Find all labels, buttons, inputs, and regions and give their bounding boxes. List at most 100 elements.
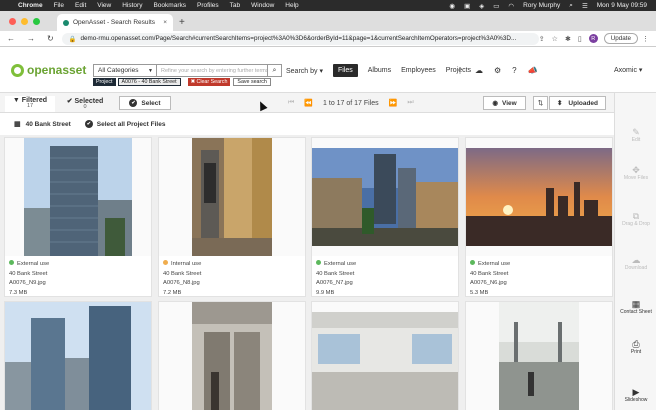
tab-filtered[interactable]: ▼ Filtered 17: [5, 96, 55, 112]
dropbox-icon[interactable]: ◈: [479, 2, 484, 10]
forward-icon[interactable]: →: [27, 34, 35, 43]
menu-edit[interactable]: Edit: [75, 2, 86, 9]
menubar-user[interactable]: Rory Murphy: [523, 2, 560, 9]
save-search-button[interactable]: Save search: [233, 78, 271, 86]
zoom-window-icon[interactable]: [33, 17, 40, 25]
sort-field-select[interactable]: ⬍ Uploaded: [549, 96, 606, 110]
chip-value[interactable]: A0076 - 40 Bank Street: [117, 78, 181, 86]
drag-drop-action[interactable]: ⧉ Drag & Drop: [615, 212, 656, 228]
view-label: View: [501, 99, 517, 107]
file-card[interactable]: External use 40 Bank Street A0076_N6.jpg…: [465, 137, 613, 297]
file-thumbnail[interactable]: [312, 138, 458, 256]
profile-avatar[interactable]: R: [588, 34, 598, 43]
file-card[interactable]: External use 40 Bank Street A0076_N7.jpg…: [311, 137, 459, 297]
browser-tab[interactable]: OpenAsset - Search Results ×: [57, 14, 173, 31]
project-name[interactable]: ▦ 40 Bank Street: [14, 120, 71, 129]
file-card[interactable]: External use 40 Bank Street A0076_N9.jpg…: [4, 137, 152, 297]
edit-action[interactable]: ✎ Edit: [615, 128, 656, 144]
file-card[interactable]: [4, 301, 152, 410]
file-card[interactable]: [158, 301, 306, 410]
app-header: openasset All Categories ▼ Refine your s…: [0, 47, 656, 93]
print-action[interactable]: ⎙ Print: [615, 340, 656, 356]
close-tab-icon[interactable]: ×: [163, 19, 167, 26]
next-page-icon[interactable]: ⏩: [389, 99, 398, 107]
prev-page-icon[interactable]: ⏪: [304, 99, 313, 107]
file-card[interactable]: Internal use 40 Bank Street A0076_N8.jpg…: [158, 137, 306, 297]
more-vertical-icon[interactable]: ⋮: [456, 66, 464, 75]
contact-sheet-action[interactable]: ▦ Contact Sheet: [615, 300, 656, 316]
file-thumbnail[interactable]: [5, 302, 151, 410]
nav-files[interactable]: Files: [332, 64, 358, 77]
file-card[interactable]: [465, 301, 613, 410]
openasset-logo[interactable]: openasset: [11, 63, 86, 77]
update-button[interactable]: Update: [603, 33, 638, 44]
url-field[interactable]: 🔒 demo-rmu.openasset.com/Page/Search#cur…: [61, 32, 539, 45]
menu-tab[interactable]: Tab: [230, 2, 240, 9]
sidebar-icon[interactable]: ▯: [578, 35, 582, 43]
record-icon[interactable]: ▣: [464, 2, 470, 10]
menu-profiles[interactable]: Profiles: [197, 2, 219, 9]
move-files-action[interactable]: ✥ Move Files: [615, 166, 656, 182]
file-thumbnail[interactable]: [466, 302, 612, 410]
last-page-icon[interactable]: ⏭: [407, 99, 413, 107]
battery-icon[interactable]: ▭: [493, 2, 499, 10]
elevator-photo: [192, 302, 272, 410]
status-dot-icon: [9, 260, 14, 265]
file-card[interactable]: [311, 301, 459, 410]
file-thumbnail[interactable]: [466, 138, 612, 256]
tab-selected[interactable]: ✔ Selected 0: [60, 96, 110, 112]
view-button[interactable]: ◉ View: [483, 96, 526, 110]
menu-bookmarks[interactable]: Bookmarks: [153, 2, 186, 9]
file-thumbnail[interactable]: [5, 138, 151, 256]
wifi-icon[interactable]: ◠: [508, 2, 514, 10]
file-size: 7.2 MB: [163, 289, 182, 296]
reload-icon[interactable]: ↻: [47, 34, 54, 43]
sort-direction-button[interactable]: ⇅: [533, 96, 548, 110]
menu-history[interactable]: History: [122, 2, 142, 9]
menu-app[interactable]: Chrome: [18, 2, 43, 9]
file-thumbnail[interactable]: [312, 302, 458, 410]
menu-file[interactable]: File: [54, 2, 64, 9]
nav-employees[interactable]: Employees: [401, 67, 436, 74]
cloud-upload-icon[interactable]: ☁: [475, 66, 483, 75]
zoom-icon[interactable]: ◉: [449, 2, 455, 10]
select-all-button[interactable]: ✔ Select all Project Files: [84, 120, 165, 128]
sunset-photo: [466, 148, 612, 246]
more-menu-icon[interactable]: ⋮: [642, 35, 649, 43]
file-thumbnail[interactable]: [159, 302, 305, 410]
minimize-window-icon[interactable]: [21, 17, 28, 25]
slideshow-action[interactable]: ▶ Slideshow: [615, 388, 656, 404]
menubar-clock[interactable]: Mon 9 May 09:59: [597, 2, 647, 9]
share-icon[interactable]: ⇪: [539, 35, 545, 43]
menu-window[interactable]: Window: [251, 2, 274, 9]
close-window-icon[interactable]: [9, 17, 16, 25]
nav-albums[interactable]: Albums: [368, 67, 391, 74]
back-icon[interactable]: ←: [7, 34, 15, 43]
file-size: 7.3 MB: [9, 289, 28, 296]
help-icon[interactable]: ?: [512, 66, 516, 75]
gear-icon[interactable]: ⚙: [494, 66, 501, 75]
print-label: Print: [630, 349, 642, 355]
extensions-icon[interactable]: ✱: [565, 35, 571, 43]
search-by-dropdown[interactable]: Search by ▾: [286, 67, 323, 75]
search-button[interactable]: ⌕: [268, 64, 282, 77]
search-input[interactable]: Refine your search by entering further t…: [157, 64, 268, 77]
control-center-icon[interactable]: ☰: [582, 2, 588, 10]
lock-icon[interactable]: 🔒: [69, 35, 77, 43]
new-tab-icon[interactable]: +: [179, 14, 185, 31]
search-icon[interactable]: ⌕: [569, 2, 573, 10]
first-page-icon[interactable]: ⏮: [288, 99, 294, 107]
menu-view[interactable]: View: [97, 2, 111, 9]
file-thumbnail[interactable]: [159, 138, 305, 256]
category-value: All Categories: [98, 67, 139, 74]
status-dot-icon: [316, 260, 321, 265]
megaphone-icon[interactable]: 📣: [528, 66, 538, 75]
download-action[interactable]: ☁ Download: [615, 256, 656, 272]
bookmark-star-icon[interactable]: ☆: [552, 35, 558, 43]
clear-search-button[interactable]: ✖ Clear Search: [187, 78, 231, 86]
select-button[interactable]: ✔ Select: [119, 96, 171, 110]
org-menu[interactable]: Axomic ▾: [614, 66, 642, 74]
category-select[interactable]: All Categories ▼: [93, 64, 157, 77]
menu-help[interactable]: Help: [285, 2, 298, 9]
atrium-photo: [499, 302, 579, 410]
